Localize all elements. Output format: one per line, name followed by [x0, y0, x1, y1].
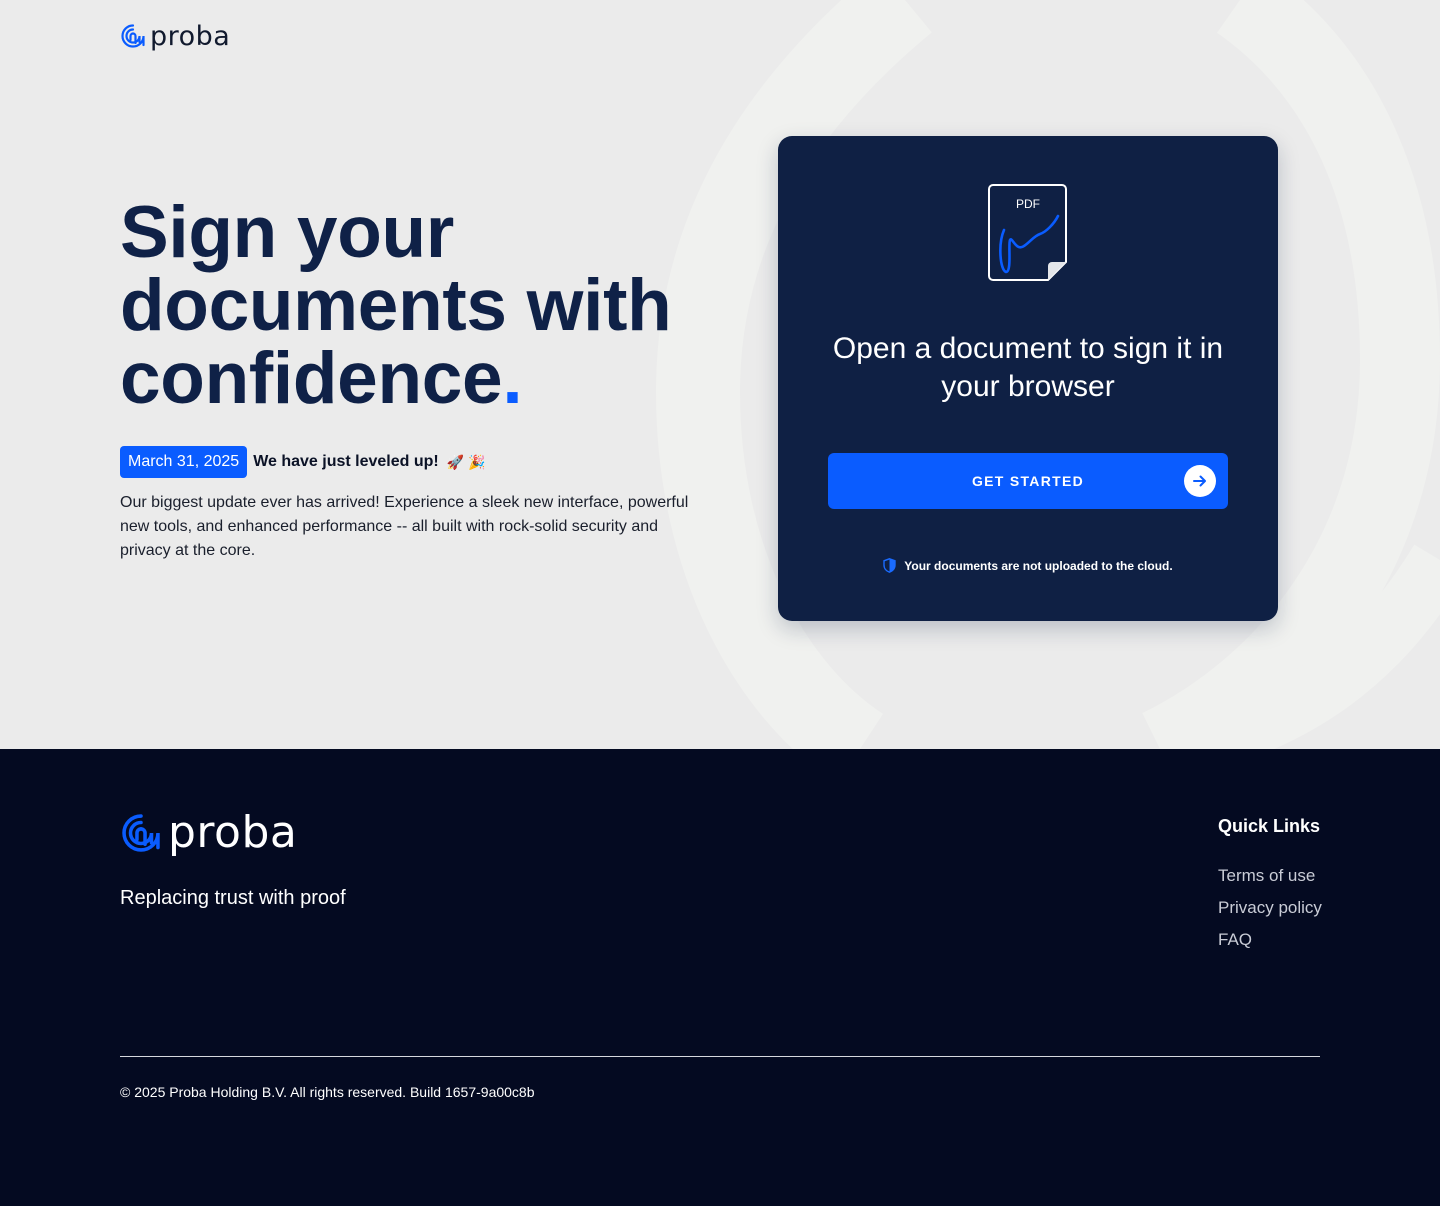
privacy-policy-link[interactable]: Privacy policy: [1218, 898, 1322, 917]
headline-line-2: documents with: [120, 265, 672, 346]
site-footer: proba Replacing trust with proof Quick L…: [0, 749, 1440, 1206]
headline-line-1: Sign your: [120, 192, 454, 273]
footer-tagline: Replacing trust with proof: [120, 887, 346, 909]
get-started-label: GET STARTED: [971, 473, 1085, 489]
quick-links-title: Quick Links: [1218, 816, 1321, 836]
news-date-badge: March 31, 2025: [120, 446, 248, 478]
copyright-text: © 2025 Proba Holding B.V. All rights res…: [120, 1084, 535, 1100]
news-announcement: March 31, 2025 We have just leveled up! …: [120, 446, 486, 478]
quick-links-list: Terms of use Privacy policy FAQ: [1218, 866, 1322, 962]
logo-wordmark: proba: [150, 20, 231, 52]
shield-icon: [883, 558, 896, 573]
security-note: Your documents are not uploaded to the c…: [778, 558, 1278, 573]
hero-headline: Sign your documents with confidence.: [120, 196, 740, 415]
fingerprint-logo-icon: [122, 814, 160, 852]
news-body: Our biggest update ever has arrived! Exp…: [120, 494, 689, 559]
faq-link[interactable]: FAQ: [1218, 930, 1252, 949]
quick-link-item: Privacy policy: [1218, 898, 1322, 918]
terms-of-use-link[interactable]: Terms of use: [1218, 866, 1315, 885]
pdf-label: PDF: [1016, 197, 1040, 211]
arrow-right-icon: [1184, 465, 1216, 497]
hero-section: proba Sign your documents with confidenc…: [0, 0, 1440, 749]
pdf-signature-icon: PDF: [988, 184, 1067, 281]
headline-accent-dot: .: [502, 338, 523, 419]
rocket-party-emoji: 🚀 🎉: [446, 454, 486, 470]
news-title: We have just leveled up!: [253, 453, 439, 470]
quick-link-item: FAQ: [1218, 930, 1322, 950]
headline-line-3: confidence: [120, 338, 503, 419]
fingerprint-logo-icon: [121, 24, 145, 48]
header-logo[interactable]: proba: [120, 22, 230, 50]
security-note-text: Your documents are not uploaded to the c…: [904, 558, 1173, 573]
get-started-button[interactable]: GET STARTED: [828, 453, 1228, 509]
quick-link-item: Terms of use: [1218, 866, 1322, 886]
footer-logo[interactable]: proba: [120, 811, 297, 855]
footer-divider: [120, 1056, 1320, 1057]
card-title: Open a document to sign it in your brows…: [832, 332, 1224, 403]
footer-logo-wordmark: proba: [168, 807, 298, 858]
sign-document-card: PDF Open a document to sign it in your b…: [778, 136, 1278, 621]
